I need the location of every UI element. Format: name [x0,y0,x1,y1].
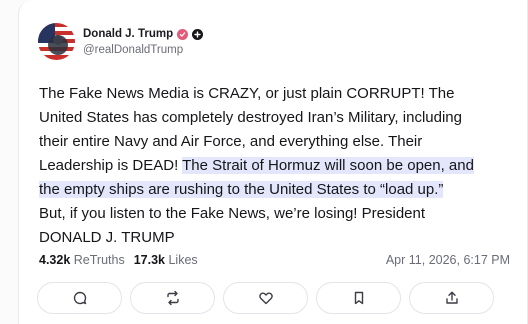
action-bar [37,282,494,314]
retruth-icon [166,290,179,306]
author-name[interactable]: Donald J. Trump [83,28,173,40]
retruth-button[interactable] [130,282,215,314]
post-text-part: But, if you listen to the Fake News, we’… [39,205,426,246]
like-icon [258,292,273,305]
retruths-label: ReTruths [73,253,125,267]
reply-icon [73,291,86,305]
plus-icon [192,28,204,40]
avatar[interactable] [38,23,75,60]
share-button[interactable] [409,282,494,314]
likes-count: 17.3k [133,253,165,267]
share-icon [445,291,458,304]
flag-avatar-icon [38,23,75,60]
post-text: The Fake News Media is CRAZY, or just pl… [39,82,501,250]
post-card: Donald J. Trump @realDonaldTrump The Fak… [18,0,528,324]
bookmark-button[interactable] [316,282,401,314]
author-row: Donald J. Trump [83,26,204,42]
reply-button[interactable] [37,282,122,314]
likes-stat[interactable]: 17.3k Likes [134,253,198,267]
post-timestamp[interactable]: Apr 11, 2026, 6:17 PM [386,253,510,267]
retruths-stat[interactable]: 4.32k ReTruths [39,253,125,267]
retruths-count: 4.32k [39,253,71,267]
verified-icon [177,28,189,40]
likes-label: Likes [168,253,198,267]
post-stats: 4.32k ReTruths 17.3k Likes [39,253,198,267]
like-button[interactable] [223,282,308,314]
author-handle[interactable]: @realDonaldTrump [83,44,183,56]
bookmark-icon [354,291,363,305]
